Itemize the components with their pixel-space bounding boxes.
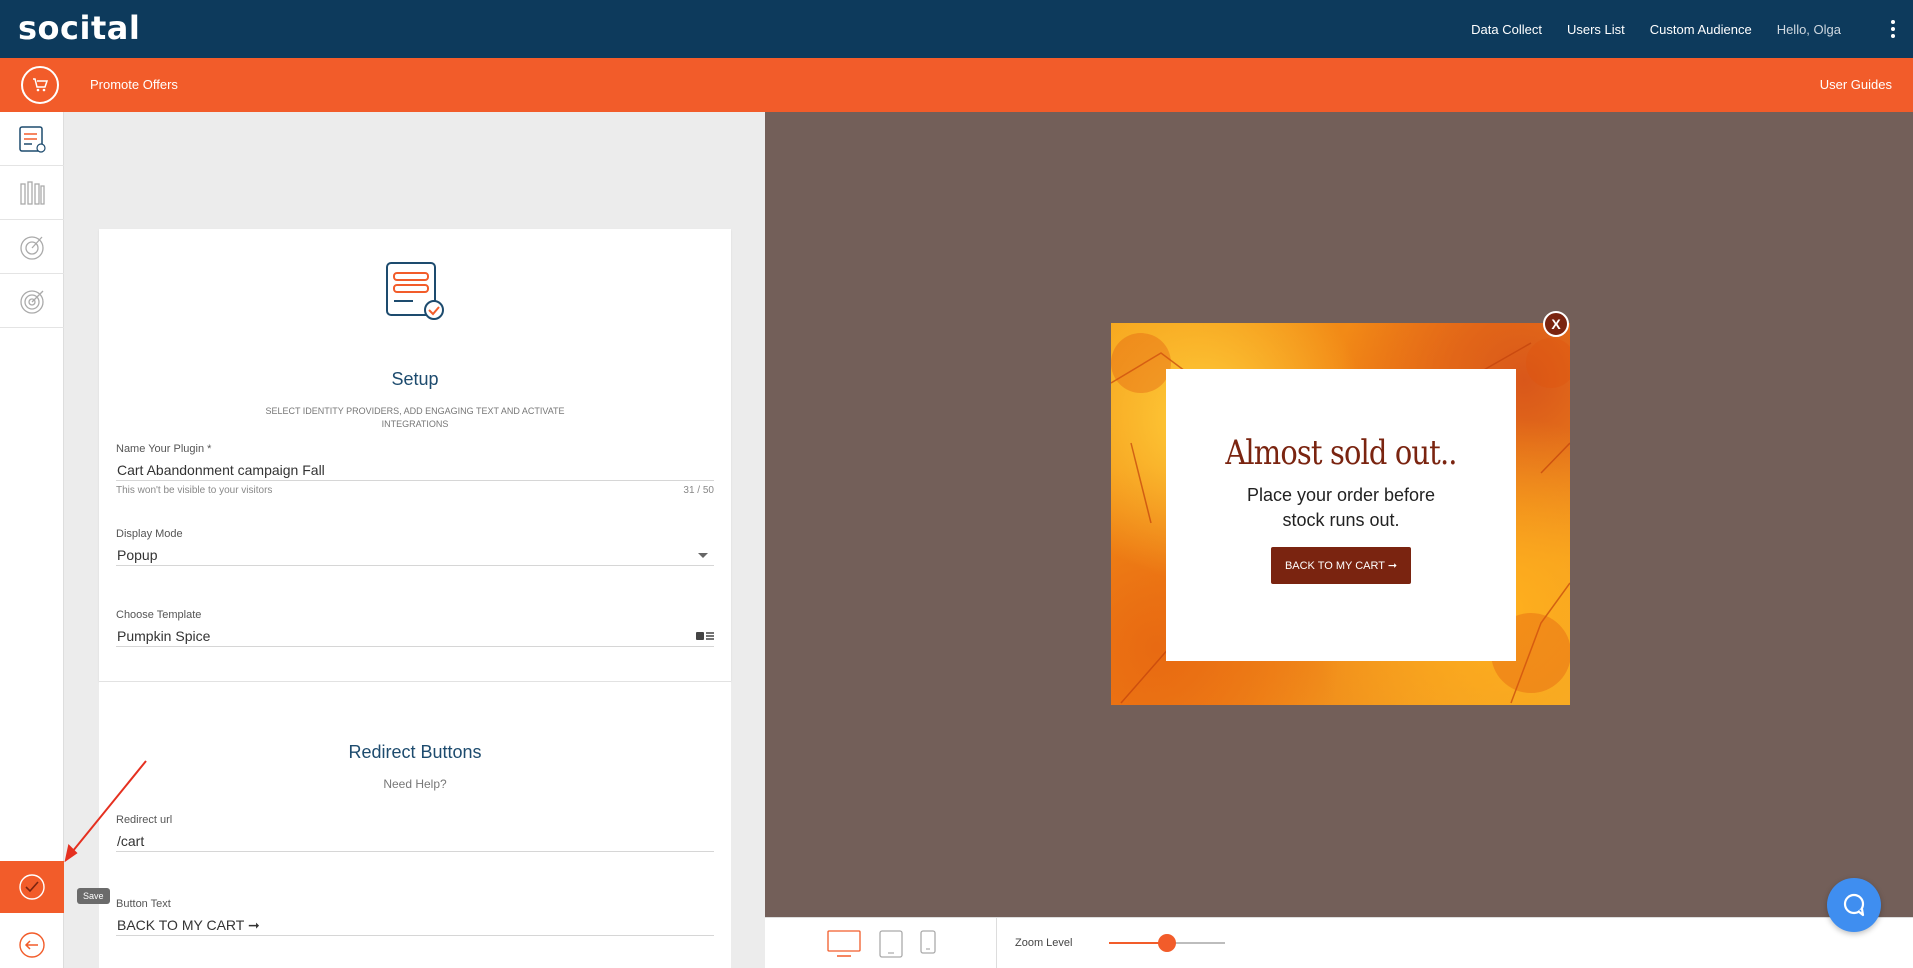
preview-toolbar: Zoom Level [765, 917, 1913, 968]
goal-target-icon [20, 289, 44, 314]
target-icon [20, 235, 44, 260]
popup-cta-button[interactable]: BACK TO MY CART ➞ [1270, 547, 1412, 584]
arrow-left-circle-icon [19, 931, 45, 958]
popup-text-line1: Place your order before [1246, 485, 1436, 505]
display-mode-select[interactable]: Popup [116, 540, 714, 566]
zoom-label: Zoom Level [1015, 937, 1073, 949]
device-switcher [765, 918, 997, 968]
step-rail [0, 112, 64, 968]
pencils-icon [20, 180, 45, 205]
zoom-slider[interactable] [1109, 934, 1225, 952]
mobile-icon[interactable] [920, 930, 936, 956]
zoom-slider-handle[interactable] [1158, 934, 1176, 952]
more-menu-icon[interactable] [1889, 20, 1897, 38]
popup-headline: Almost sold out.. [1225, 433, 1457, 473]
template-value: Pumpkin Spice [117, 628, 211, 644]
setup-form-icon [386, 262, 444, 320]
nav-users-list[interactable]: Users List [1567, 22, 1625, 37]
popup-preview: Almost sold out.. Place your order befor… [1111, 323, 1570, 705]
back-button[interactable] [0, 921, 64, 968]
chat-bubble-icon [1843, 893, 1865, 917]
rail-targeting[interactable] [0, 220, 64, 274]
redirect-card: Redirect Buttons Need Help? Redirect url… [99, 681, 731, 968]
desktop-icon[interactable] [827, 930, 861, 958]
template-field: Choose Template Pumpkin Spice [116, 609, 714, 647]
redirect-title: Redirect Buttons [348, 742, 482, 762]
button-text-input[interactable]: BACK TO MY CART ➞ [116, 910, 714, 936]
section-bar: Promote Offers User Guides [0, 58, 1913, 112]
chevron-down-icon [698, 553, 708, 558]
plugin-name-counter: 31 / 50 [683, 485, 714, 496]
need-help-link[interactable]: Need Help? [99, 777, 731, 791]
template-gallery-icon[interactable] [696, 631, 714, 641]
setup-subtitle: SELECT IDENTITY PROVIDERS, ADD ENGAGING … [265, 406, 565, 429]
popup-text: Place your order before stock runs out. [1166, 483, 1516, 533]
save-button[interactable] [0, 861, 64, 913]
display-mode-field: Display Mode Popup [116, 528, 714, 566]
plugin-name-field: Name Your Plugin * Cart Abandonment camp… [116, 443, 714, 496]
nav-custom-audience[interactable]: Custom Audience [1650, 22, 1752, 37]
redirect-url-input[interactable]: /cart [116, 826, 714, 852]
display-mode-label: Display Mode [116, 528, 183, 540]
page-title: Promote Offers [90, 77, 178, 92]
setup-step-icon [19, 125, 46, 153]
save-tooltip: Save [77, 888, 110, 904]
user-greeting[interactable]: Hello, Olga [1777, 22, 1841, 37]
tablet-icon[interactable] [879, 930, 903, 958]
top-nav: socital Data Collect Users List Custom A… [0, 0, 1913, 58]
redirect-url-field: Redirect url /cart [116, 814, 714, 852]
nav-data-collect[interactable]: Data Collect [1471, 22, 1542, 37]
button-text-label: Button Text [116, 898, 171, 910]
help-chat-button[interactable] [1827, 878, 1881, 932]
cart-icon [21, 66, 59, 104]
preview-area: Almost sold out.. Place your order befor… [765, 112, 1913, 917]
logo[interactable]: socital [18, 9, 140, 47]
checkmark-circle-icon [19, 874, 45, 900]
redirect-url-label: Redirect url [116, 814, 173, 826]
template-label: Choose Template [116, 609, 202, 621]
template-select[interactable]: Pumpkin Spice [116, 621, 714, 647]
popup-close-icon[interactable]: X [1543, 311, 1569, 337]
user-guides-link[interactable]: User Guides [1820, 77, 1892, 92]
rail-goals[interactable] [0, 274, 64, 328]
setup-card: Setup SELECT IDENTITY PROVIDERS, ADD ENG… [99, 229, 731, 681]
plugin-name-label: Name Your Plugin * [116, 443, 212, 455]
nav-links: Data Collect Users List Custom Audience … [1471, 0, 1841, 58]
display-mode-value: Popup [117, 547, 158, 563]
popup-content: Almost sold out.. Place your order befor… [1166, 369, 1516, 661]
popup-text-line2: stock runs out. [1282, 510, 1400, 530]
button-text-field: Button Text BACK TO MY CART ➞ [116, 898, 714, 936]
rail-setup[interactable] [0, 112, 64, 166]
rail-design[interactable] [0, 166, 64, 220]
plugin-name-hint: This won't be visible to your visitors [116, 485, 273, 496]
plugin-name-input[interactable]: Cart Abandonment campaign Fall [116, 455, 714, 481]
setup-title: Setup [391, 369, 439, 389]
